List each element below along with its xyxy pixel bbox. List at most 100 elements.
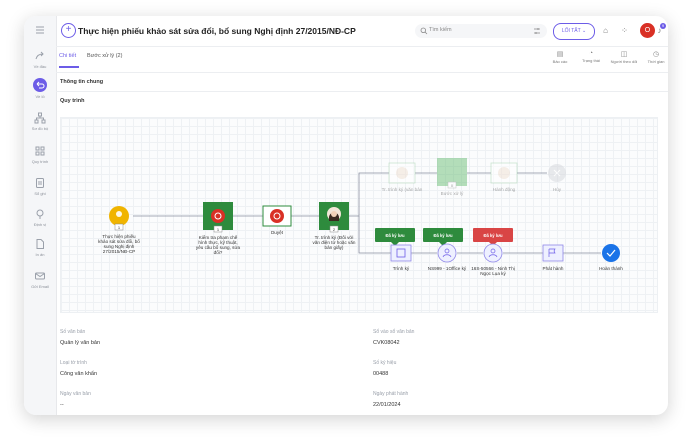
node-label: Duyệt — [271, 230, 284, 235]
section-process: Quy trình — [60, 98, 85, 104]
shortcut-button[interactable]: LỐI TẮT ⌄ — [553, 23, 595, 40]
rail-label: Quy trình — [31, 159, 49, 164]
rail-label: Gửi Email — [31, 284, 49, 289]
rail-label: Sơ đồ bộ — [31, 126, 49, 131]
bell-badge: 9 — [660, 23, 666, 29]
rail-item-location[interactable]: Định vị — [24, 208, 56, 227]
share-icon — [35, 51, 44, 60]
plus-icon: + — [65, 24, 72, 35]
workflow-node-publish[interactable]: Phát hành — [543, 244, 564, 271]
clock-icon: ◷ — [652, 51, 660, 58]
node-label: Bước xử lý — [441, 190, 464, 196]
menu-button[interactable] — [24, 24, 56, 36]
flag-signed-1: Đã ký lưu — [375, 228, 415, 246]
rail-label: Sổ ghi — [34, 191, 46, 196]
action-follower[interactable]: ◫ Người theo dõi — [610, 50, 638, 64]
field-value: Công văn khẩn — [60, 371, 97, 377]
workflow-node-check[interactable]: 1 Kiểm tra phạm chế hình thực, kỹ thuật,… — [196, 202, 241, 255]
workflow-node-done[interactable]: Hoàn thành — [599, 244, 623, 271]
org-chart-icon — [34, 112, 46, 124]
node-label: đổi? — [214, 249, 223, 255]
workflow-node-process-step[interactable]: 0 Bước xử lý — [437, 158, 467, 196]
location-icon — [36, 209, 44, 219]
rail-label: Về lô — [35, 94, 45, 99]
rail-item-org[interactable]: Sơ đồ bộ — [24, 112, 56, 131]
flag-signed-2: Đã ký lưu — [423, 228, 463, 246]
field-label: Sổ vào sổ văn bản — [373, 329, 415, 335]
hamburger-icon — [36, 26, 44, 34]
workflow-node-cancel[interactable]: Hủy — [548, 164, 566, 192]
page-title: Thực hiện phiếu khảo sát sửa đổi, bổ sun… — [78, 26, 356, 36]
workflow-node-sign[interactable]: 2 Tr. trình ký (Đối với văn điện tử hoặc… — [313, 202, 356, 250]
flag-label: Đã ký lưu — [483, 233, 503, 238]
field-label: Loại tờ trình — [60, 360, 87, 366]
report-icon: ▤ — [556, 51, 564, 58]
node-label: Ngọc Lụa ký — [480, 271, 506, 276]
search-input[interactable]: Tìm kiếm — [415, 24, 547, 38]
tab-steps[interactable]: Bước xử lý (2) — [87, 53, 122, 59]
left-rail: Về đầu Về lô Sơ đồ bộ Quy trình Sổ ghi Đ… — [24, 16, 57, 415]
workflow-diagram: 1 Thực hiện phiếu khảo sát sửa đổi, bổ s… — [98, 158, 623, 276]
filter-icon[interactable] — [533, 27, 541, 35]
action-label: Người theo dõi — [610, 59, 638, 64]
field-value: -- — [60, 402, 64, 408]
node-label: Hủy — [553, 186, 562, 192]
rail-label: Định vị — [33, 222, 47, 227]
document-icon — [36, 239, 44, 249]
section-general: Thông tin chung — [60, 79, 104, 85]
workflow-node-sign-paper[interactable]: Tr. trình ký (văn bản — [382, 162, 423, 192]
app-window: Về đầu Về lô Sơ đồ bộ Quy trình Sổ ghi Đ… — [24, 16, 668, 415]
tab-underline — [59, 66, 79, 68]
workflow-node-office-2[interactable]: 16S-50566 - Ninh Thị Ngọc Lụa ký — [471, 243, 515, 276]
workflow-node-submit[interactable]: Trình ký — [390, 244, 412, 271]
field-value: 22/01/2024 — [373, 402, 401, 408]
rail-item-notes[interactable]: Sổ ghi — [24, 177, 56, 196]
top-bar: + Thực hiện phiếu khảo sát sửa đổi, bổ s… — [56, 16, 668, 47]
workflow-node-approve[interactable]: Duyệt — [262, 205, 292, 235]
workflow-node-start[interactable]: 1 Thực hiện phiếu khảo sát sửa đổi, bổ s… — [98, 206, 140, 254]
workflow-node-office-1[interactable]: NS999 - 1Office ký — [428, 243, 467, 271]
rail-item-process[interactable]: Quy trình — [24, 145, 56, 164]
tab-details[interactable]: Chi tiết — [59, 53, 76, 59]
action-label: Thời gian — [647, 59, 665, 64]
action-status[interactable]: ◔ Trạng thái — [577, 50, 605, 63]
rail-item-share[interactable]: Về đầu — [24, 50, 56, 69]
rail-label: In ấn — [35, 252, 45, 257]
tabs-bar: Chi tiết Bước xử lý (2) ▤ Bảo cáo ◔ Trạng … — [56, 46, 668, 73]
node-label: Hoàn thành — [599, 266, 623, 271]
rail-item-undo[interactable]: Về lô — [24, 78, 56, 99]
search-icon — [420, 27, 428, 35]
avatar[interactable]: O — [640, 23, 655, 38]
flag-signed-3: Đã ký lưu — [473, 228, 513, 246]
field-label: Số văn bản — [60, 329, 86, 335]
action-report[interactable]: ▤ Bảo cáo — [546, 50, 574, 64]
home-icon[interactable]: ⌂ — [600, 25, 611, 36]
field-value: Quản lý văn bản — [60, 340, 101, 346]
flag-label: Đã ký lưu — [433, 233, 453, 238]
workflow-node-action[interactable]: Hành động — [490, 162, 518, 192]
shortcut-label: LỐI TẮT — [561, 28, 581, 34]
follower-icon: ◫ — [620, 51, 628, 58]
field-label: Số ký hiệu — [373, 360, 397, 366]
rail-item-print[interactable]: In ấn — [24, 238, 56, 257]
workflow-branch-upper: Tr. trình ký (văn bản 0 Bước xử lý Hành … — [382, 158, 566, 196]
action-time[interactable]: ◷ Thời gian — [642, 50, 668, 64]
add-button[interactable]: + — [61, 23, 76, 38]
workflow-canvas: 1 Thực hiện phiếu khảo sát sửa đổi, bổ s… — [60, 117, 658, 313]
field-label: Ngày văn bản — [60, 391, 91, 397]
node-label: 27/2015/NĐ-CP — [103, 249, 135, 254]
action-label: Trạng thái — [582, 58, 600, 63]
node-label: bản giấy) — [325, 245, 344, 250]
field-label: Ngày phát hành — [373, 391, 409, 397]
rail-item-email[interactable]: Gửi Email — [24, 270, 56, 289]
node-label: Trình ký — [393, 266, 410, 271]
node-label: Tr. trình ký (văn bản — [382, 187, 423, 192]
node-label: Hành động — [493, 187, 516, 192]
field-value: 00488 — [373, 371, 389, 377]
field-value: CVK08042 — [373, 340, 400, 346]
undo-icon — [33, 78, 47, 92]
search-placeholder: Tìm kiếm — [429, 27, 452, 33]
apps-icon[interactable]: ⁘ — [619, 25, 630, 36]
node-label: NS999 - 1Office ký — [428, 266, 467, 271]
node-label: Phát hành — [543, 266, 564, 271]
